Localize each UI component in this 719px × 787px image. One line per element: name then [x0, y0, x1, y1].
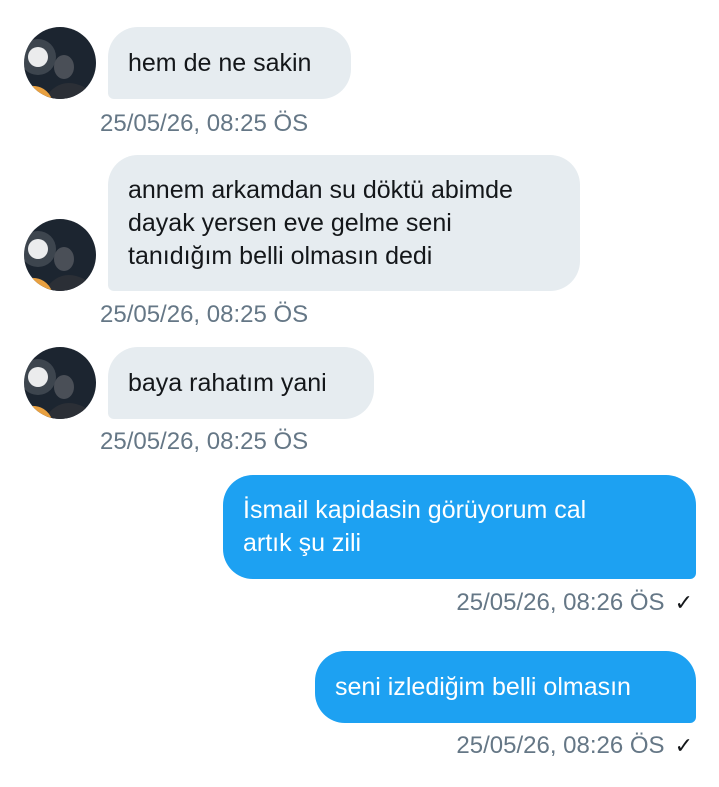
message-text: İsmail kapidasin görüyorum cal artık şu …: [243, 494, 586, 560]
message-line: artık şu zili: [243, 529, 362, 557]
message-text: baya rahatım yani: [128, 367, 327, 400]
message-text: hem de ne sakin: [128, 47, 311, 80]
message-line: annem arkamdan su döktü abimde: [128, 175, 513, 204]
message-text: annem arkamdan su döktü abimde dayak yer…: [128, 174, 513, 273]
message-timestamp: 25/05/26, 08:25 ÖS: [100, 428, 309, 455]
check-icon: ✓: [674, 590, 693, 615]
message-timestamp: 25/05/26, 08:26 ÖS: [456, 589, 665, 616]
message-timestamp: 25/05/26, 08:26 ÖS: [456, 732, 665, 759]
message-bubble[interactable]: baya rahatım yani: [108, 347, 374, 419]
sender-avatar[interactable]: [24, 27, 96, 99]
message-line: tanıdığım belli olmasın dedi: [128, 241, 433, 270]
sender-avatar[interactable]: [24, 219, 96, 291]
message-bubble[interactable]: hem de ne sakin: [108, 27, 351, 99]
message-timestamp-row: 25/05/26, 08:26 ÖS ✓: [456, 588, 693, 618]
avatar-photo-icon: [24, 347, 96, 419]
message-bubble[interactable]: annem arkamdan su döktü abimde dayak yer…: [108, 155, 580, 291]
message-bubble[interactable]: İsmail kapidasin görüyorum cal artık şu …: [223, 475, 696, 579]
message-line: seni izlediğim belli olmasın: [335, 672, 631, 701]
message-timestamp: 25/05/26, 08:25 ÖS: [100, 301, 309, 328]
message-line: baya rahatım yani: [128, 368, 327, 397]
avatar-photo-icon: [24, 27, 96, 99]
message-line: hem de ne sakin: [128, 48, 312, 77]
message-timestamp: 25/05/26, 08:25 ÖS: [100, 110, 309, 137]
message-bubble[interactable]: seni izlediğim belli olmasın: [315, 651, 696, 723]
message-line: İsmail kapidasin görüyorum cal: [243, 496, 587, 524]
avatar-photo-icon: [24, 219, 96, 291]
message-text: seni izlediğim belli olmasın: [335, 671, 631, 704]
sender-avatar[interactable]: [24, 347, 96, 419]
message-line: dayak yersen eve gelme seni: [128, 208, 452, 237]
message-timestamp-row: 25/05/26, 08:26 ÖS ✓: [456, 731, 693, 761]
check-icon: ✓: [674, 733, 693, 758]
